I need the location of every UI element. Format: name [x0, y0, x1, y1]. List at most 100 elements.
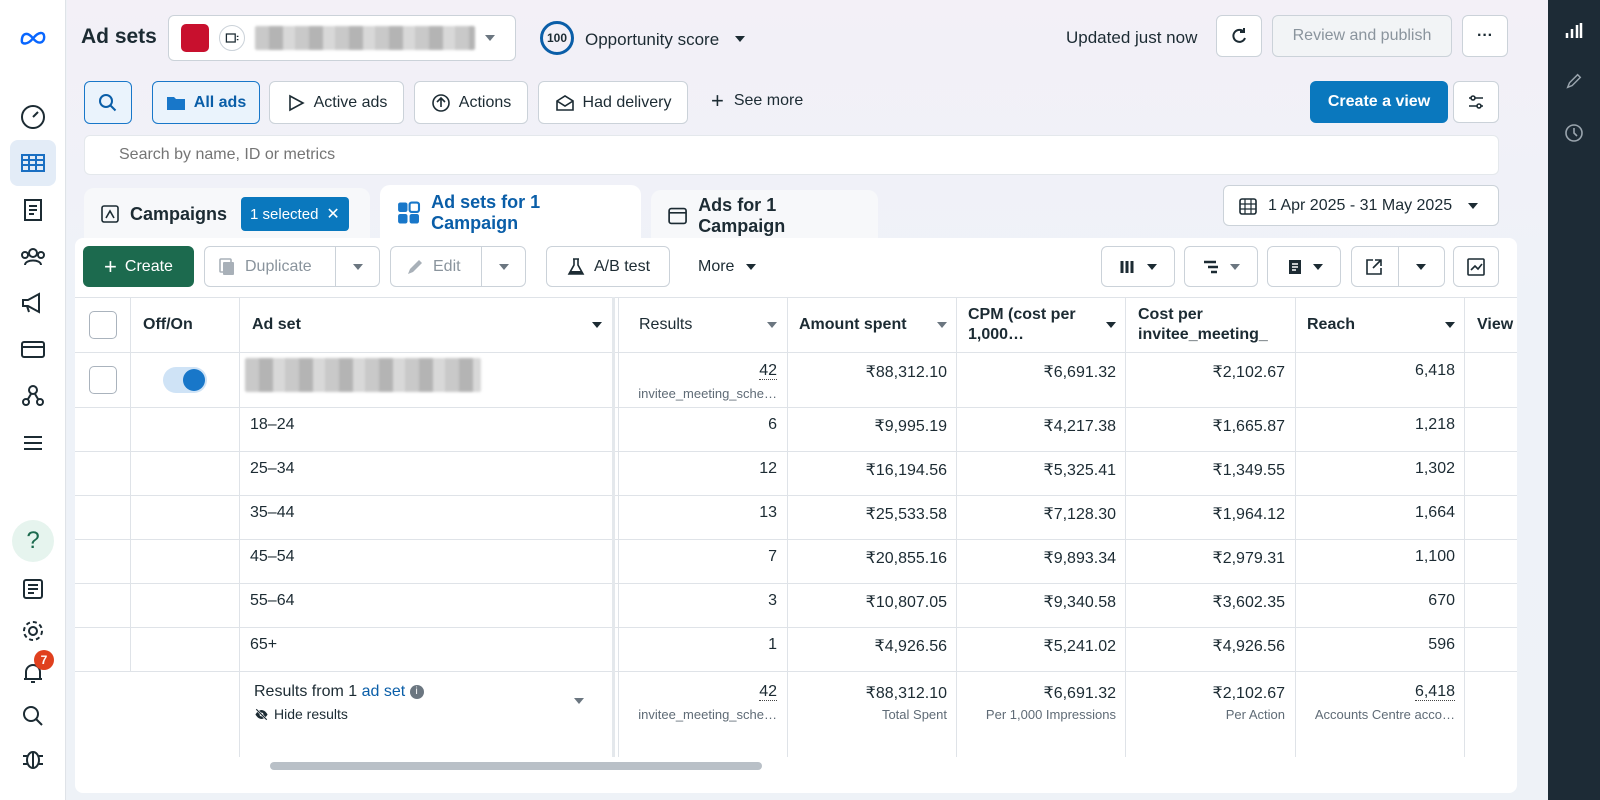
summary-results-value[interactable]: 42 [759, 683, 777, 701]
filter-active-ads[interactable]: Active ads [269, 81, 404, 124]
create-view-button[interactable]: Create a view [1310, 81, 1448, 123]
create-button[interactable]: + Create [83, 246, 194, 287]
divider [75, 583, 1517, 584]
edit-pencil-icon[interactable] [1561, 68, 1587, 94]
sort-chevron-down-icon[interactable] [1106, 322, 1116, 328]
breakdown-reach: 1,218 [1414, 416, 1455, 433]
horizontal-scrollbar[interactable] [270, 762, 762, 770]
sort-chevron-down-icon[interactable] [592, 322, 602, 328]
sort-chevron-down-icon[interactable] [937, 322, 947, 328]
notifications-bell-icon[interactable]: 7 [10, 650, 56, 696]
select-all-checkbox[interactable] [89, 311, 117, 339]
column-header-results[interactable]: Results [639, 298, 777, 352]
ab-test-button[interactable]: A/B test [546, 246, 670, 287]
column-header-offon[interactable]: Off/On [143, 298, 193, 352]
export-chevron-down-icon[interactable] [1416, 264, 1426, 270]
opportunity-score-label[interactable]: Opportunity score [585, 30, 719, 50]
column-header-reach[interactable]: Reach [1307, 298, 1455, 352]
edit-button[interactable]: Edit [390, 246, 526, 287]
duplicate-icon [219, 257, 234, 275]
column-header-reach-label: Reach [1307, 316, 1356, 333]
hide-results-link[interactable]: Hide results [254, 706, 348, 722]
more-options-button[interactable]: ··· [1462, 15, 1508, 57]
breakdown-cpm: ₹4,217.38 [1043, 418, 1116, 435]
chevron-down-icon [746, 264, 757, 270]
breakdown-reach: 1,664 [1414, 504, 1455, 521]
breakdown-button[interactable] [1184, 246, 1258, 287]
filter-had-delivery[interactable]: Had delivery [538, 81, 688, 124]
summary-reach-value[interactable]: 6,418 [1414, 683, 1455, 701]
columns-icon [1120, 260, 1134, 273]
adset-name-redacted[interactable] [245, 358, 481, 392]
trend-chart-icon [1467, 257, 1485, 276]
divider [618, 297, 619, 757]
pages-icon[interactable] [10, 187, 56, 233]
search-input[interactable] [85, 136, 1498, 174]
refresh-button[interactable] [1216, 15, 1262, 57]
tab-ads[interactable]: Ads for 1 Campaign [651, 190, 878, 242]
duplicate-button[interactable]: Duplicate [204, 246, 380, 287]
adset-toggle[interactable] [163, 367, 207, 393]
edit-chevron-down-icon[interactable] [499, 264, 509, 270]
search-icon[interactable] [10, 693, 56, 739]
reports-button[interactable] [1267, 246, 1341, 287]
main-results-sub: invitee_meeting_sche… [638, 386, 777, 401]
column-header-cpm-label: CPM (cost per 1,000… [968, 306, 1076, 343]
news-icon[interactable] [10, 566, 56, 612]
dashboard-gauge-icon[interactable] [10, 94, 56, 140]
search-toggle-button[interactable] [84, 81, 132, 124]
summary-adset-link[interactable]: ad set [362, 683, 406, 700]
plus-icon: + [104, 253, 117, 279]
history-clock-icon[interactable] [1561, 120, 1587, 146]
selected-chip[interactable]: 1 selected ✕ [241, 197, 349, 231]
audiences-icon[interactable] [10, 234, 56, 280]
summary-chevron-down-icon[interactable] [574, 698, 584, 704]
charts-button[interactable] [1453, 246, 1499, 287]
report-bug-icon[interactable] [10, 735, 56, 781]
filter-actions[interactable]: Actions [414, 81, 528, 124]
help-icon[interactable]: ? [12, 520, 54, 562]
calendar-icon [1239, 197, 1257, 215]
opportunity-chevron-down-icon [735, 36, 745, 42]
column-header-cost-per[interactable]: Cost per invitee_meeting_ [1138, 298, 1286, 352]
edit-label: Edit [433, 257, 461, 275]
breakdown-cost: ₹1,349.55 [1212, 462, 1285, 479]
business-network-icon[interactable] [10, 373, 56, 419]
duplicate-chevron-down-icon[interactable] [353, 264, 363, 270]
main-results-value[interactable]: 42 [759, 362, 777, 380]
date-range-picker[interactable]: 1 Apr 2025 - 31 May 2025 [1223, 185, 1499, 226]
chevron-down-icon [1230, 263, 1240, 270]
clear-selection-close-icon[interactable]: ✕ [326, 204, 339, 224]
billing-card-icon[interactable] [10, 326, 56, 372]
tab-campaigns[interactable]: Campaigns 1 selected ✕ [84, 188, 370, 240]
megaphone-icon[interactable] [10, 280, 56, 326]
menu-hamburger-icon[interactable] [10, 420, 56, 466]
columns-button[interactable] [1101, 246, 1175, 287]
review-publish-button[interactable]: Review and publish [1272, 15, 1452, 57]
account-selector[interactable] [168, 15, 516, 61]
column-header-cpm[interactable]: CPM (cost per 1,000… [968, 298, 1116, 352]
column-header-amount-spent[interactable]: Amount spent [799, 298, 947, 352]
see-more-filters[interactable]: + See more [711, 90, 803, 112]
more-actions-dropdown[interactable]: More [698, 258, 757, 276]
opportunity-score-badge[interactable]: 100 [540, 21, 574, 55]
info-icon[interactable]: i [409, 684, 424, 699]
column-header-adset[interactable]: Ad set [252, 298, 602, 352]
ads-manager-table-icon[interactable] [10, 140, 56, 186]
row-checkbox[interactable] [89, 366, 117, 394]
export-button[interactable] [1351, 246, 1445, 287]
tab-adsets[interactable]: Ad sets for 1 Campaign [380, 185, 641, 240]
sort-chevron-down-icon[interactable] [767, 322, 777, 328]
sort-chevron-down-icon[interactable] [1445, 322, 1455, 328]
search-bar[interactable] [84, 135, 1499, 175]
bar-chart-icon[interactable] [1561, 18, 1587, 44]
column-header-views[interactable]: View [1477, 298, 1513, 352]
meta-logo-icon[interactable] [10, 14, 56, 60]
filter-actions-label: Actions [458, 93, 512, 111]
settings-gear-icon[interactable] [10, 608, 56, 654]
adsets-grid-icon [398, 201, 421, 223]
main-reach: 6,418 [1414, 362, 1455, 379]
filter-all-ads[interactable]: All ads [152, 81, 260, 124]
view-settings-button[interactable] [1453, 81, 1499, 123]
main-content: Ad sets 100 Opportunity score Updated ju… [67, 0, 1548, 800]
